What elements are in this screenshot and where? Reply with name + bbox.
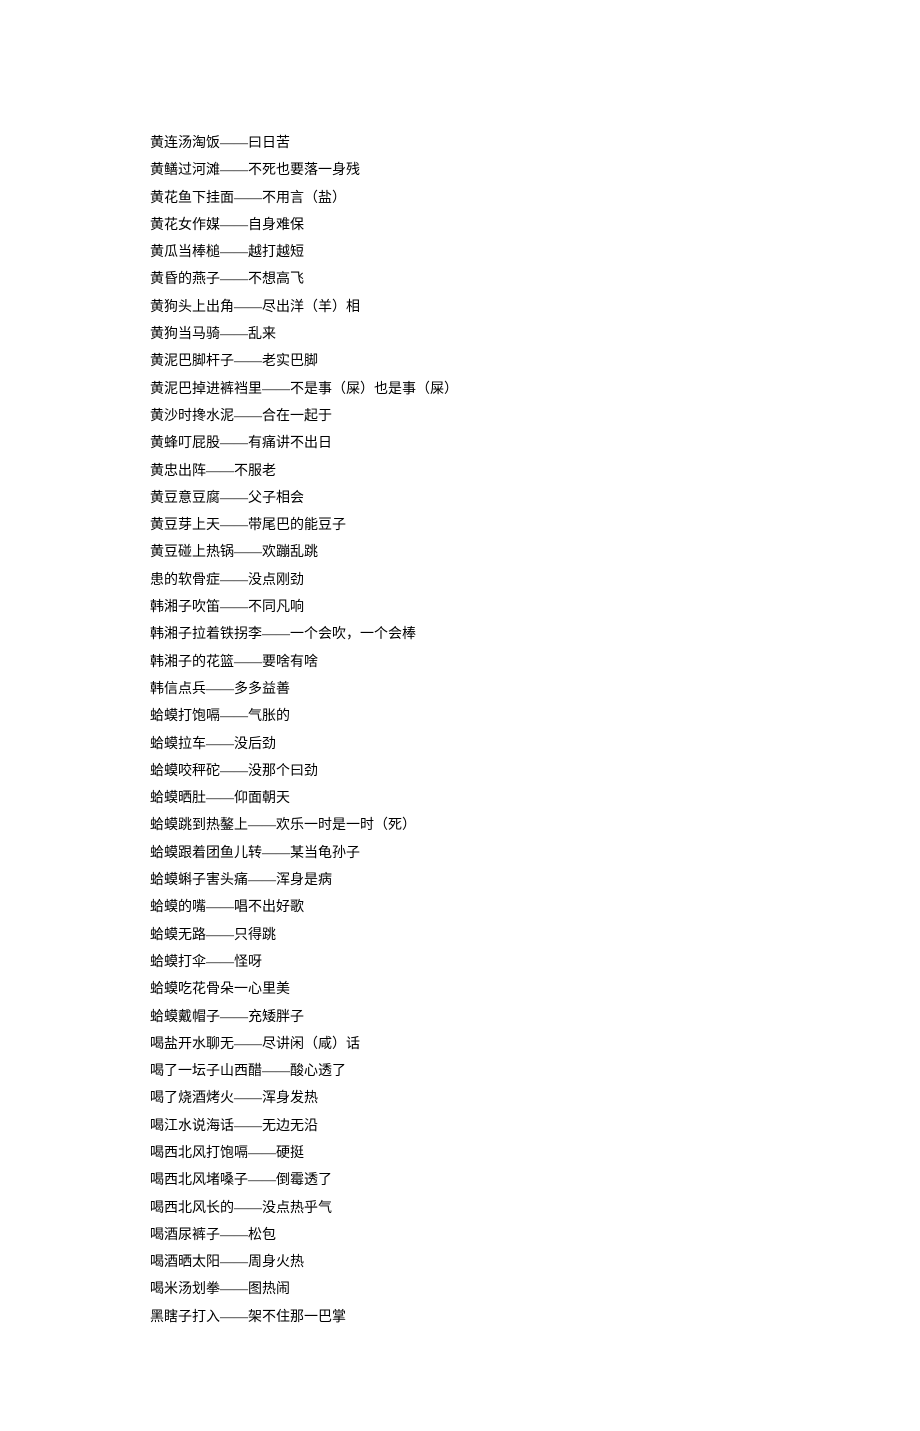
idiom-line: 喝盐开水聊无——尽讲闲（咸）话	[150, 1031, 770, 1058]
idiom-line: 蛤蟆晒肚——仰面朝天	[150, 785, 770, 812]
idiom-line: 韩湘子吹笛——不同凡响	[150, 594, 770, 621]
idiom-line: 患的软骨症——没点刚劲	[150, 567, 770, 594]
idiom-line: 黄花鱼下挂面——不用言（盐）	[150, 185, 770, 212]
idiom-line: 黄昏的燕子——不想高飞	[150, 266, 770, 293]
idiom-line: 喝米汤划拳——图热闹	[150, 1276, 770, 1303]
idiom-line: 黄狗头上出角——尽出洋（羊）相	[150, 294, 770, 321]
idiom-line: 喝西北风堵嗓子——倒霉透了	[150, 1167, 770, 1194]
idiom-line: 黄豆碰上热锅——欢蹦乱跳	[150, 539, 770, 566]
idiom-line: 黄泥巴掉进裤裆里——不是事（屎）也是事（屎）	[150, 376, 770, 403]
idiom-list: 黄连汤淘饭——曰日苦黄鳝过河滩——不死也要落一身残黄花鱼下挂面——不用言（盐）黄…	[150, 130, 770, 1331]
idiom-line: 喝西北风打饱嗝——硬挺	[150, 1140, 770, 1167]
idiom-line: 蛤蟆跟着团鱼儿转——某当龟孙子	[150, 840, 770, 867]
idiom-line: 蛤蟆无路——只得跳	[150, 922, 770, 949]
idiom-line: 黄蜂叮屁股——有痛讲不出日	[150, 430, 770, 457]
idiom-line: 蛤蟆打饱嗝——气胀的	[150, 703, 770, 730]
idiom-line: 蛤蟆打伞——怪呀	[150, 949, 770, 976]
idiom-line: 韩湘子拉着铁拐李——一个会吹，一个会棒	[150, 621, 770, 648]
idiom-line: 黄瓜当棒槌——越打越短	[150, 239, 770, 266]
idiom-line: 喝了一坛子山西醋——酸心透了	[150, 1058, 770, 1085]
idiom-line: 黄鳝过河滩——不死也要落一身残	[150, 157, 770, 184]
idiom-line: 黄连汤淘饭——曰日苦	[150, 130, 770, 157]
idiom-line: 黄狗当马骑——乱来	[150, 321, 770, 348]
idiom-line: 蛤蟆的嘴——唱不出好歌	[150, 894, 770, 921]
idiom-line: 韩湘子的花篮——要啥有啥	[150, 649, 770, 676]
idiom-line: 黄泥巴脚杆子——老实巴脚	[150, 348, 770, 375]
idiom-line: 韩信点兵——多多益善	[150, 676, 770, 703]
idiom-line: 蛤蟆蝌子害头痛——浑身是病	[150, 867, 770, 894]
idiom-line: 蛤蟆咬秤砣——没那个曰劲	[150, 758, 770, 785]
idiom-line: 黄忠出阵——不服老	[150, 458, 770, 485]
idiom-line: 黄豆意豆腐——父子相会	[150, 485, 770, 512]
idiom-line: 黄花女作媒——自身难保	[150, 212, 770, 239]
idiom-line: 喝江水说海话——无边无沿	[150, 1113, 770, 1140]
idiom-line: 蛤蟆跳到热鏊上——欢乐一时是一时（死）	[150, 812, 770, 839]
idiom-line: 黑瞎子打入——架不住那一巴掌	[150, 1304, 770, 1331]
idiom-line: 黄豆芽上天——带尾巴的能豆子	[150, 512, 770, 539]
idiom-line: 蛤蟆吃花骨朵一心里美	[150, 976, 770, 1003]
idiom-line: 蛤蟆戴帽子——充矮胖子	[150, 1004, 770, 1031]
idiom-line: 喝酒晒太阳——周身火热	[150, 1249, 770, 1276]
idiom-line: 喝酒尿裤子——松包	[150, 1222, 770, 1249]
idiom-line: 蛤蟆拉车——没后劲	[150, 731, 770, 758]
idiom-line: 喝了烧酒烤火——浑身发热	[150, 1085, 770, 1112]
idiom-line: 喝西北风长的——没点热乎气	[150, 1195, 770, 1222]
idiom-line: 黄沙时搀水泥——合在一起于	[150, 403, 770, 430]
